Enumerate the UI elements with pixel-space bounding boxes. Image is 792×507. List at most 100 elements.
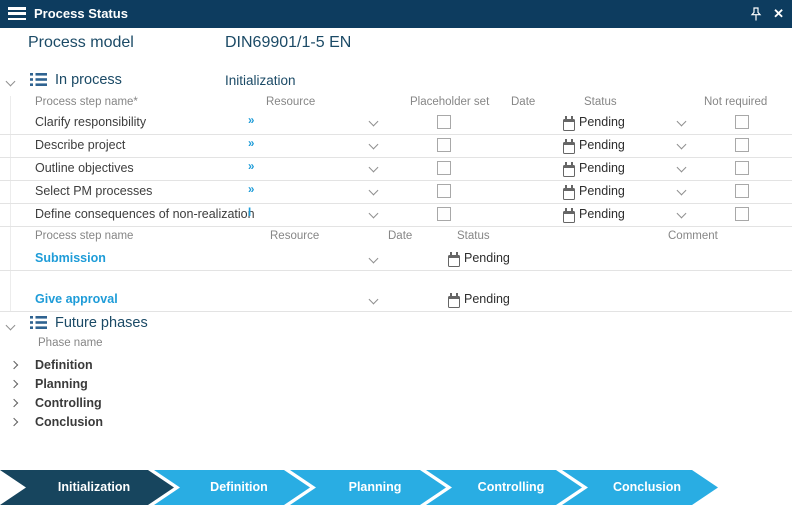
phase-row: Definition [0, 356, 300, 375]
step-name: Outline objectives [35, 161, 134, 175]
calendar-icon[interactable] [563, 185, 575, 200]
resource-dropdown-icon[interactable] [368, 139, 379, 150]
not-required-checkbox[interactable] [735, 138, 749, 152]
expand-phase-icon[interactable] [9, 417, 19, 427]
col2-resource: Resource [270, 230, 320, 242]
calendar-icon[interactable] [563, 139, 575, 154]
col2-process-step-name: Process step name [35, 230, 134, 242]
phase-arrow-initialization[interactable]: Initialization [0, 470, 174, 505]
col-placeholder-set: Placeholder set [410, 96, 490, 108]
placeholder-set-checkbox[interactable] [437, 138, 451, 152]
table-row: Describe project » Pending [0, 134, 792, 158]
status-dropdown-icon[interactable] [676, 116, 687, 127]
col-not-required: Not required [704, 96, 768, 108]
resource-link[interactable]: » [248, 115, 254, 127]
phase-arrow-conclusion[interactable]: Conclusion [562, 470, 718, 505]
phase-arrow-definition[interactable]: Definition [154, 470, 310, 505]
section-future-phases-title: Future phases [55, 315, 148, 331]
list-icon [30, 316, 47, 334]
step-link[interactable]: Submission [35, 251, 106, 265]
resource-link[interactable]: » [248, 161, 254, 173]
status-dropdown-icon[interactable] [676, 185, 687, 196]
resource-dropdown-icon[interactable] [368, 253, 379, 264]
status-value: Pending [579, 184, 625, 198]
step-name: Select PM processes [35, 184, 153, 198]
col2-status: Status [457, 230, 490, 242]
resource-dropdown-icon[interactable] [368, 185, 379, 196]
placeholder-set-checkbox[interactable] [437, 184, 451, 198]
not-required-checkbox[interactable] [735, 207, 749, 221]
status-value: Pending [579, 207, 625, 221]
status-value: Pending [579, 115, 625, 129]
placeholder-set-checkbox[interactable] [437, 207, 451, 221]
phase-arrow-planning[interactable]: Planning [290, 470, 446, 505]
step-name: Clarify responsibility [35, 115, 147, 129]
phase-name: Planning [35, 377, 88, 391]
process-model-value: DIN69901/1-5 EN [225, 34, 352, 51]
status-value: Pending [579, 138, 625, 152]
status-value: Pending [464, 292, 510, 306]
status-value: Pending [579, 161, 625, 175]
process-model-label: Process model [28, 34, 134, 51]
not-required-checkbox[interactable] [735, 161, 749, 175]
table-row: Outline objectives » Pending [0, 157, 792, 181]
col-process-step-name: Process step name* [35, 96, 138, 108]
process-status-panel: Process Status ✕ Process model DIN69901/… [0, 0, 792, 507]
window-title: Process Status [34, 6, 128, 21]
status-dropdown-icon[interactable] [676, 162, 687, 173]
status-dropdown-icon[interactable] [676, 139, 687, 150]
section-in-process-title: In process [55, 72, 122, 88]
col2-comment: Comment [668, 230, 718, 242]
col-status: Status [584, 96, 617, 108]
phase-row: Controlling [0, 394, 300, 413]
table-row: Define consequences of non-realization I… [0, 203, 792, 227]
step-link[interactable]: Give approval [35, 292, 118, 306]
collapse-future-phases-icon[interactable] [5, 320, 16, 331]
calendar-icon[interactable] [563, 208, 575, 223]
not-required-checkbox[interactable] [735, 115, 749, 129]
title-bar: Process Status ✕ [0, 0, 792, 28]
placeholder-set-checkbox[interactable] [437, 161, 451, 175]
phase-arrow-controlling[interactable]: Controlling [426, 470, 582, 505]
resource-link[interactable]: I [248, 207, 251, 219]
col-date: Date [511, 96, 536, 108]
resource-dropdown-icon[interactable] [368, 116, 379, 127]
current-phase-label: Initialization [225, 73, 296, 88]
resource-dropdown-icon[interactable] [368, 208, 379, 219]
hamburger-menu-icon[interactable] [8, 7, 26, 21]
calendar-icon[interactable] [448, 293, 460, 308]
phase-row: Conclusion [0, 413, 300, 432]
phase-name: Conclusion [35, 415, 104, 429]
calendar-icon[interactable] [563, 162, 575, 177]
table-row: Give approval Pending [0, 287, 792, 312]
col-resource: Resource [266, 96, 316, 108]
phase-progress-bar: Initialization Definition Planning Contr… [0, 470, 718, 505]
status-value: Pending [464, 251, 510, 265]
calendar-icon[interactable] [563, 116, 575, 131]
pin-icon[interactable] [750, 7, 762, 22]
resource-dropdown-icon[interactable] [368, 294, 379, 305]
table-row: Submission Pending [0, 246, 792, 271]
list-icon [30, 73, 47, 91]
phase-row: Planning [0, 375, 300, 394]
expand-phase-icon[interactable] [9, 379, 19, 389]
step-name: Describe project [35, 138, 126, 152]
expand-phase-icon[interactable] [9, 398, 19, 408]
not-required-checkbox[interactable] [735, 184, 749, 198]
expand-phase-icon[interactable] [9, 360, 19, 370]
phase-name: Controlling [35, 396, 102, 410]
collapse-in-process-icon[interactable] [5, 76, 16, 87]
close-icon[interactable]: ✕ [773, 0, 784, 27]
phase-name: Definition [35, 358, 93, 372]
resource-dropdown-icon[interactable] [368, 162, 379, 173]
resource-link[interactable]: » [248, 138, 254, 150]
table-row: Clarify responsibility » Pending [0, 111, 792, 135]
col2-date: Date [388, 230, 413, 242]
col-phase-name: Phase name [38, 337, 103, 349]
calendar-icon[interactable] [448, 252, 460, 267]
status-dropdown-icon[interactable] [676, 208, 687, 219]
table-row: Select PM processes » Pending [0, 180, 792, 204]
resource-link[interactable]: » [248, 184, 254, 196]
placeholder-set-checkbox[interactable] [437, 115, 451, 129]
step-name: Define consequences of non-realization [35, 207, 255, 221]
